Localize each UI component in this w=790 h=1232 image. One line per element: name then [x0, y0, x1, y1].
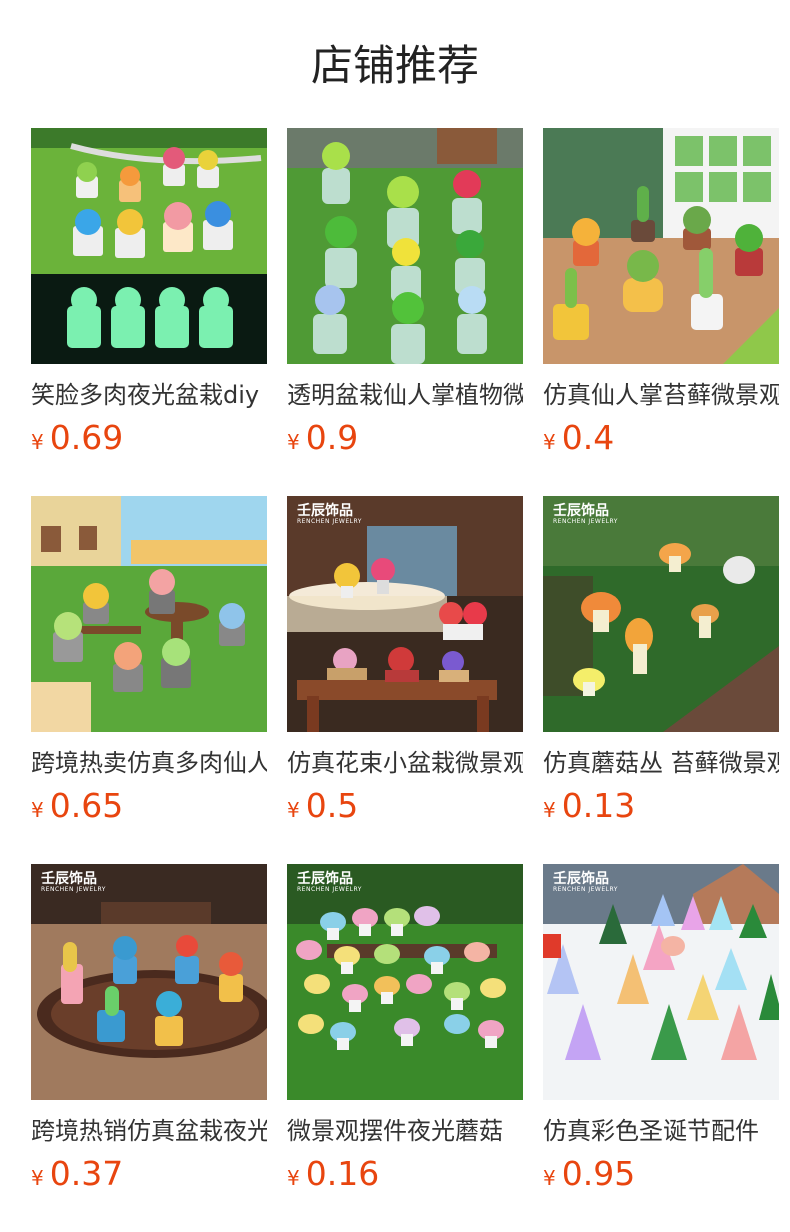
price-value: 0.16 — [305, 1154, 380, 1193]
product-image[interactable]: 壬辰饰品 RENCHEN JEWELRY — [287, 496, 523, 732]
product-price: ¥0.5 — [287, 786, 523, 826]
product-name[interactable]: 跨境热卖仿真多肉仙人掌 — [31, 746, 267, 780]
brand-watermark: 壬辰饰品 RENCHEN JEWELRY — [297, 871, 362, 893]
product-card[interactable]: 笑脸多肉夜光盆栽diy ¥0.69 — [31, 128, 267, 458]
product-image[interactable] — [31, 496, 267, 732]
product-price: ¥0.13 — [543, 786, 779, 826]
currency-symbol: ¥ — [287, 798, 300, 822]
brand-watermark: 壬辰饰品 RENCHEN JEWELRY — [553, 871, 618, 893]
price-value: 0.69 — [49, 418, 124, 457]
product-card[interactable]: 仿真仙人掌苔藓微景观 ¥0.4 — [543, 128, 779, 458]
price-value: 0.5 — [305, 786, 359, 825]
product-image[interactable] — [543, 128, 779, 364]
product-price: ¥0.95 — [543, 1154, 779, 1194]
product-name[interactable]: 跨境热销仿真盆栽夜光 — [31, 1114, 267, 1148]
product-price: ¥0.37 — [31, 1154, 267, 1194]
product-card[interactable]: 壬辰饰品 RENCHEN JEWELRY 仿真花束小盆栽微景观 ¥0.5 — [287, 496, 523, 826]
product-image[interactable]: 壬辰饰品 RENCHEN JEWELRY — [287, 864, 523, 1100]
product-image[interactable] — [31, 128, 267, 364]
price-value: 0.4 — [561, 418, 615, 457]
product-name[interactable]: 仿真蘑菇丛 苔藓微景观 — [543, 746, 779, 780]
currency-symbol: ¥ — [31, 1166, 44, 1190]
product-price: ¥0.65 — [31, 786, 267, 826]
currency-symbol: ¥ — [543, 430, 556, 454]
product-price: ¥0.4 — [543, 418, 779, 458]
product-card[interactable]: 壬辰饰品 RENCHEN JEWELRY 跨境热销仿真盆栽夜光 ¥0.37 — [31, 864, 267, 1194]
brand-watermark: 壬辰饰品 RENCHEN JEWELRY — [297, 503, 362, 525]
product-price: ¥0.9 — [287, 418, 523, 458]
price-value: 0.37 — [49, 1154, 124, 1193]
product-image[interactable]: 壬辰饰品 RENCHEN JEWELRY — [543, 864, 779, 1100]
product-name[interactable]: 仿真彩色圣诞节配件 — [543, 1114, 779, 1148]
price-value: 0.13 — [561, 786, 636, 825]
currency-symbol: ¥ — [31, 430, 44, 454]
product-name[interactable]: 微景观摆件夜光蘑菇 — [287, 1114, 523, 1148]
price-value: 0.9 — [305, 418, 359, 457]
currency-symbol: ¥ — [543, 798, 556, 822]
product-image[interactable] — [287, 128, 523, 364]
product-image[interactable]: 壬辰饰品 RENCHEN JEWELRY — [543, 496, 779, 732]
product-card[interactable]: 跨境热卖仿真多肉仙人掌 ¥0.65 — [31, 496, 267, 826]
product-price: ¥0.69 — [31, 418, 267, 458]
section-title: 店铺推荐 — [310, 41, 479, 90]
product-name[interactable]: 仿真花束小盆栽微景观 — [287, 746, 523, 780]
currency-symbol: ¥ — [287, 430, 300, 454]
currency-symbol: ¥ — [31, 798, 44, 822]
currency-symbol: ¥ — [543, 1166, 556, 1190]
product-card[interactable]: 透明盆栽仙人掌植物微景观 ¥0.9 — [287, 128, 523, 458]
price-value: 0.95 — [561, 1154, 636, 1193]
brand-watermark: 壬辰饰品 RENCHEN JEWELRY — [553, 503, 618, 525]
product-price: ¥0.16 — [287, 1154, 523, 1194]
product-name[interactable]: 仿真仙人掌苔藓微景观 — [543, 378, 779, 412]
currency-symbol: ¥ — [287, 1166, 300, 1190]
product-card[interactable]: 壬辰饰品 RENCHEN JEWELRY 仿真蘑菇丛 苔藓微景观 ¥0.13 — [543, 496, 779, 826]
product-image[interactable]: 壬辰饰品 RENCHEN JEWELRY — [31, 864, 267, 1100]
product-card[interactable]: 壬辰饰品 RENCHEN JEWELRY 微景观摆件夜光蘑菇 ¥0.16 — [287, 864, 523, 1194]
product-name[interactable]: 透明盆栽仙人掌植物微景观 — [287, 378, 523, 412]
product-card[interactable]: 壬辰饰品 RENCHEN JEWELRY 仿真彩色圣诞节配件 ¥0.95 — [543, 864, 779, 1194]
price-value: 0.65 — [49, 786, 124, 825]
brand-watermark: 壬辰饰品 RENCHEN JEWELRY — [41, 871, 106, 893]
product-name[interactable]: 笑脸多肉夜光盆栽diy — [31, 378, 267, 412]
